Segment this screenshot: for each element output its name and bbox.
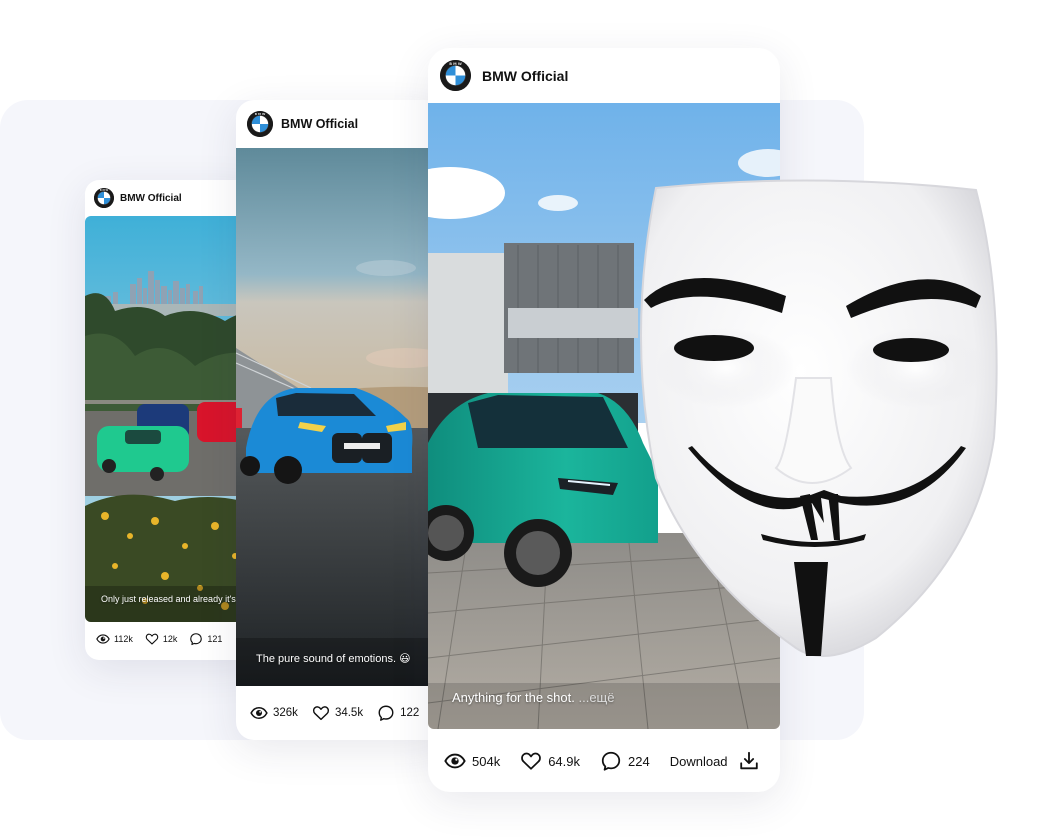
views-stat: 504k [444, 750, 500, 772]
eye-icon [250, 704, 268, 722]
heart-icon[interactable] [145, 632, 159, 646]
post-card-2[interactable]: BMW Official The pure sound of emotions.… [236, 100, 448, 740]
caption-text: Anything for the shot. [452, 690, 575, 705]
post-photo[interactable] [236, 148, 448, 686]
caption-text: The pure sound of emotions. 😃 [256, 653, 411, 665]
post-caption[interactable]: The pure sound of emotions. 😃 [256, 652, 411, 665]
caption-more-link[interactable]: ...ещё [578, 690, 614, 705]
likes-stat[interactable]: 34.5k [312, 704, 363, 722]
heart-icon[interactable] [520, 750, 542, 772]
post-header: BMW Official [85, 180, 260, 216]
account-name[interactable]: BMW Official [120, 193, 182, 204]
post-caption[interactable]: Only just released and already it's doi [101, 594, 250, 604]
download-icon [738, 750, 760, 772]
caption-text: Only just released and already it's doi [101, 594, 251, 604]
comments-count: 121 [207, 634, 223, 644]
bmw-logo-icon[interactable] [247, 111, 273, 137]
comments-stat[interactable]: 224 [600, 750, 650, 772]
post-card-1[interactable]: BMW Official Only just released and alre… [85, 180, 260, 660]
comment-bubble-icon[interactable] [600, 750, 622, 772]
bmw-logo-icon[interactable] [94, 188, 114, 208]
views-stat: 112k [96, 632, 133, 646]
comment-bubble-icon[interactable] [377, 704, 395, 722]
eye-icon [444, 750, 466, 772]
download-label: Download [669, 753, 728, 769]
post-header: BMW Official [428, 48, 780, 103]
account-name[interactable]: BMW Official [482, 68, 568, 84]
post-header: BMW Official [236, 100, 448, 148]
comments-count: 122 [400, 707, 420, 719]
views-stat: 326k [250, 704, 298, 722]
comments-count: 224 [628, 753, 650, 769]
post-photo[interactable] [85, 216, 260, 622]
likes-stat[interactable]: 12k [145, 632, 178, 646]
likes-stat[interactable]: 64.9k [520, 750, 580, 772]
comments-stat[interactable]: 122 [377, 704, 419, 722]
views-count: 504k [472, 753, 501, 769]
download-button[interactable]: Download [670, 750, 766, 772]
post-stats: 326k 34.5k 122 [250, 704, 448, 722]
post-stats: 504k 64.9k 224 Download [444, 750, 764, 772]
post-caption[interactable]: Anything for the shot. ...ещё [452, 690, 614, 705]
likes-count: 34.5k [334, 707, 364, 719]
account-name[interactable]: BMW Official [281, 117, 358, 131]
bmw-logo-icon[interactable] [440, 60, 471, 91]
heart-icon[interactable] [312, 704, 330, 722]
views-count: 112k [114, 634, 133, 644]
likes-count: 12k [162, 634, 178, 644]
views-count: 326k [273, 707, 298, 719]
comments-stat[interactable]: 121 [189, 632, 222, 646]
guy-fawkes-mask-icon [626, 178, 1002, 662]
comment-bubble-icon[interactable] [189, 632, 203, 646]
likes-count: 64.9k [548, 753, 581, 769]
eye-icon [96, 632, 110, 646]
